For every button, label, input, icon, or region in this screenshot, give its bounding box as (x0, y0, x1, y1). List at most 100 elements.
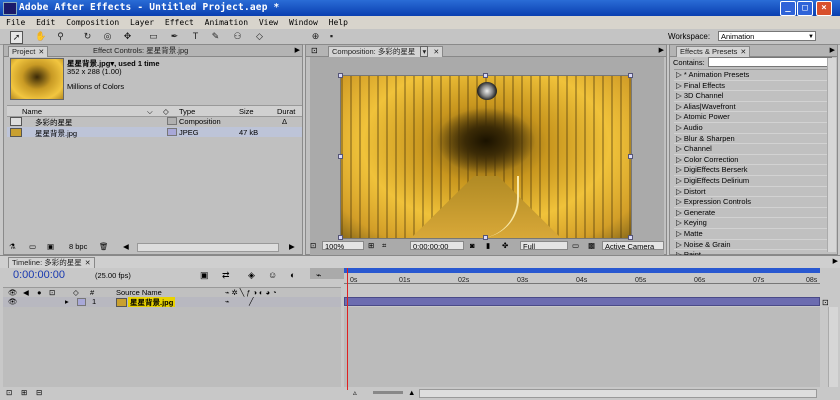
bpc-toggle[interactable]: 8 bpc (69, 242, 87, 251)
rectangle-mask-icon[interactable]: ▭ (148, 31, 159, 42)
effect-category[interactable]: ▷ * Animation Presets (674, 70, 834, 81)
effect-category[interactable]: ▷ Blur & Sharpen (674, 134, 834, 145)
interpret-footage-icon[interactable]: ⚗ (9, 242, 16, 251)
menu-file[interactable]: File (6, 16, 25, 29)
orbit-camera-icon[interactable]: ◎ (102, 31, 113, 42)
lock-icon[interactable]: ⊡ (49, 288, 55, 297)
timeline-track-area[interactable] (344, 307, 820, 387)
layer-handle[interactable] (628, 154, 633, 159)
effect-category[interactable]: ▷ DigiEffects Delirium (674, 176, 834, 187)
menu-effect[interactable]: Effect (165, 16, 194, 29)
layer-switches-icon[interactable]: ⌁✲╲ƒ◑◐◕◔ (225, 288, 279, 297)
close-button[interactable]: × (816, 1, 832, 16)
current-time-field[interactable]: 0:00:00:00 (410, 241, 464, 251)
vertical-scrollbar[interactable] (827, 58, 836, 252)
region-of-interest-icon[interactable]: ▭ (572, 241, 579, 250)
menu-edit[interactable]: Edit (36, 16, 55, 29)
menu-animation[interactable]: Animation (205, 16, 248, 29)
shy-switch-icon[interactable]: ⌁ (225, 297, 230, 306)
panel-menu-icon[interactable]: ▶ (833, 257, 838, 265)
timeline-horizontal-scrollbar[interactable] (419, 389, 817, 398)
column-type[interactable]: Type (179, 107, 195, 116)
column-duration[interactable]: Durat (277, 107, 295, 116)
zoom-slider[interactable] (373, 391, 403, 394)
menu-view[interactable]: View (259, 16, 278, 29)
eraser-tool-icon[interactable]: ◇ (254, 31, 265, 42)
layer-handle[interactable] (338, 73, 343, 78)
effect-category[interactable]: ▷ Atomic Power (674, 112, 834, 123)
live-update-icon[interactable]: ⇄ (222, 270, 230, 281)
comp-dropdown-icon[interactable]: ▾ (420, 46, 429, 57)
panel-menu-icon[interactable]: ▶ (830, 46, 835, 54)
zoom-out-icon[interactable]: ▵ (353, 388, 357, 397)
track-camera-icon[interactable]: ✥ (122, 31, 133, 42)
solo-icon[interactable]: ● (37, 288, 42, 297)
effect-category[interactable]: ▷ Audio (674, 123, 834, 134)
minimize-button[interactable]: _ (780, 1, 796, 16)
layer-duration-bar[interactable] (344, 297, 820, 306)
selection-tool-icon[interactable]: ➚ (10, 31, 23, 44)
av-features-icon[interactable]: 👁 (8, 288, 18, 297)
lock-icon[interactable]: ⊡ (311, 46, 318, 55)
panel-menu-icon[interactable]: ▶ (659, 46, 664, 54)
show-snapshot-icon[interactable]: ▮ (486, 241, 490, 250)
expand-arrow-icon[interactable]: ▸ (65, 297, 69, 306)
quality-switch-icon[interactable]: ╱ (249, 297, 254, 306)
toggle-switches-icon[interactable]: ⊡ (6, 388, 12, 397)
menu-help[interactable]: Help (329, 16, 348, 29)
label-color-swatch[interactable] (167, 117, 177, 125)
axis-mode-icon[interactable]: ⊕ (310, 31, 321, 42)
label-color-swatch[interactable] (167, 128, 177, 136)
column-name[interactable]: Name (22, 107, 42, 116)
hand-tool-icon[interactable]: ✋ (35, 31, 46, 42)
effect-category[interactable]: ▷ Final Effects (674, 81, 834, 92)
scroll-right-icon[interactable]: ▶ (289, 242, 295, 251)
snapshot-icon[interactable]: ⌗ (382, 241, 386, 251)
panel-menu-icon[interactable]: ▶ (295, 46, 300, 54)
pen-tool-icon[interactable]: ✒ (169, 31, 180, 42)
close-icon[interactable]: ✕ (433, 49, 439, 56)
effect-category[interactable]: ▷ Distort (674, 187, 834, 198)
workspace-dropdown[interactable]: Animation ▼ (718, 31, 816, 41)
label-tag-icon[interactable]: ◇ (163, 107, 169, 116)
layer-handle[interactable] (338, 154, 343, 159)
new-comp-icon[interactable]: ▣ (47, 242, 54, 251)
layer-handle[interactable] (483, 73, 488, 78)
project-item-row[interactable]: 多彩的星星 Composition Δ (7, 116, 302, 127)
close-icon[interactable]: ✕ (85, 260, 91, 267)
zoom-in-icon[interactable]: ▲ (408, 388, 415, 397)
current-time-indicator[interactable] (347, 268, 348, 390)
column-size[interactable]: Size (239, 107, 254, 116)
modes-icon[interactable]: ⊟ (36, 388, 42, 397)
source-name-header[interactable]: Source Name (116, 288, 162, 297)
brush-tool-icon[interactable]: ✎ (210, 31, 221, 42)
menu-window[interactable]: Window (289, 16, 318, 29)
resolution-dropdown[interactable]: Full (520, 241, 568, 251)
menu-layer[interactable]: Layer (130, 16, 154, 29)
menu-composition[interactable]: Composition (66, 16, 119, 29)
effect-category[interactable]: ▷ DigiEffects Berserk (674, 165, 834, 176)
effect-category[interactable]: ▷ Color Correction (674, 155, 834, 166)
tab-composition[interactable]: Composition: 多彩的星星 ▾ ✕ (328, 46, 444, 57)
color-channel-icon[interactable]: ✤ (502, 241, 508, 250)
horizontal-scrollbar[interactable] (137, 243, 279, 252)
graph-editor-icon[interactable]: ⌁ (316, 270, 321, 281)
expand-collapse-icon[interactable]: ⊞ (21, 388, 27, 397)
effect-category[interactable]: ▷ Keying (674, 218, 834, 229)
zoom-dropdown[interactable]: 100% (322, 241, 364, 251)
project-item-row[interactable]: 星星背景.jpg JPEG 47 kB (7, 127, 302, 138)
effect-category[interactable]: ▷ Alias|Wavefront (674, 102, 834, 113)
effect-category[interactable]: ▷ Matte (674, 229, 834, 240)
audio-icon[interactable]: ◀ (23, 288, 29, 297)
rotate-tool-icon[interactable]: ↻ (82, 31, 93, 42)
tab-timeline[interactable]: Timeline: 多彩的星星 ✕ (8, 257, 95, 268)
transparency-grid-icon[interactable]: ▩ (588, 241, 595, 250)
effect-category[interactable]: ▷ Noise & Grain (674, 240, 834, 251)
label-color-swatch[interactable] (77, 298, 86, 306)
close-icon[interactable]: ✕ (38, 49, 44, 56)
layer-handle[interactable] (628, 235, 633, 240)
layer-handle[interactable] (338, 235, 343, 240)
new-folder-icon[interactable]: ▭ (29, 242, 36, 251)
frame-blending-icon[interactable]: ◐ (290, 270, 295, 280)
effect-category[interactable]: ▷ Channel (674, 144, 834, 155)
